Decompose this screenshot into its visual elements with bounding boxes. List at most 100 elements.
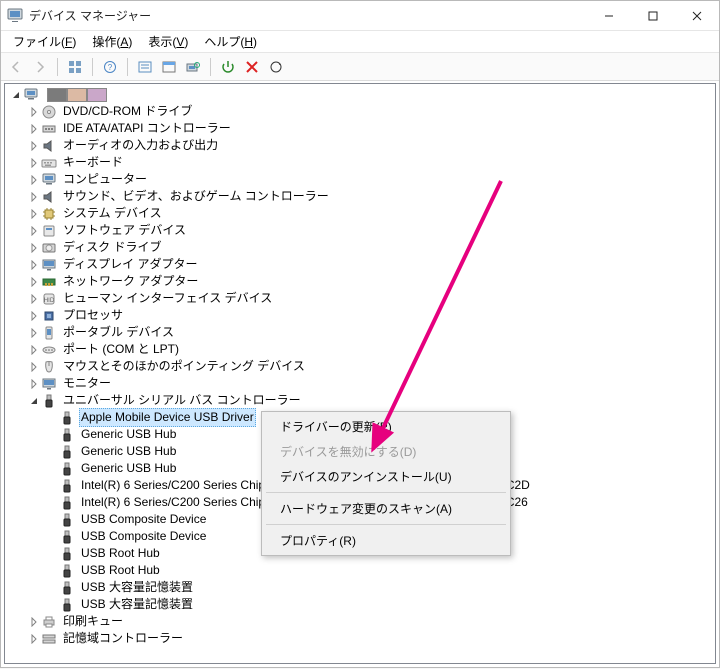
- expander-closed-icon[interactable]: [27, 190, 41, 204]
- expander-closed-icon[interactable]: [27, 615, 41, 629]
- node-label: ポート (COM と LPT): [61, 341, 181, 358]
- usb-icon: [59, 563, 75, 579]
- expander-closed-icon[interactable]: [27, 105, 41, 119]
- category-node[interactable]: 記憶域コントローラー: [5, 630, 715, 647]
- node-label: ヒューマン インターフェイス デバイス: [61, 290, 274, 307]
- menu-f[interactable]: ファイル(F): [5, 30, 84, 53]
- expander-closed-icon[interactable]: [27, 139, 41, 153]
- expander-closed-icon[interactable]: [27, 360, 41, 374]
- net-icon: [41, 274, 57, 290]
- node-label: USB 大容量記憶装置: [79, 579, 195, 596]
- category-node[interactable]: プロセッサ: [5, 307, 715, 324]
- pc-icon: [41, 172, 57, 188]
- usb-icon: [59, 597, 75, 613]
- titlebar: デバイス マネージャー: [1, 1, 719, 31]
- maximize-icon: [648, 11, 658, 21]
- toolbar-separator: [57, 58, 58, 76]
- root-node[interactable]: [5, 86, 715, 103]
- maximize-button[interactable]: [631, 1, 675, 30]
- expander-closed-icon[interactable]: [27, 343, 41, 357]
- category-node[interactable]: システム デバイス: [5, 205, 715, 222]
- port-icon: [41, 342, 57, 358]
- expander-closed-icon[interactable]: [27, 258, 41, 272]
- category-node[interactable]: 印刷キュー: [5, 613, 715, 630]
- category-node[interactable]: キーボード: [5, 154, 715, 171]
- hid-icon: HID: [41, 291, 57, 307]
- forward-button[interactable]: [29, 56, 51, 78]
- details-button[interactable]: [134, 56, 156, 78]
- context-menu-item[interactable]: デバイスのアンインストール(U): [264, 464, 508, 489]
- uninstall-button[interactable]: [241, 56, 263, 78]
- node-label: 記憶域コントローラー: [61, 630, 185, 647]
- node-label: 印刷キュー: [61, 613, 125, 630]
- category-node[interactable]: オーディオの入力および出力: [5, 137, 715, 154]
- minimize-icon: [604, 11, 614, 21]
- enable-icon: [221, 60, 235, 74]
- context-menu-item[interactable]: ドライバーの更新(P): [264, 414, 508, 439]
- usb-device[interactable]: USB 大容量記憶装置: [5, 579, 715, 596]
- uninstall-icon: [245, 60, 259, 74]
- expander-closed-icon[interactable]: [27, 292, 41, 306]
- menu-a[interactable]: 操作(A): [84, 30, 140, 53]
- usb-icon: [59, 427, 75, 443]
- expander-closed-icon[interactable]: [27, 241, 41, 255]
- category-node[interactable]: ソフトウェア デバイス: [5, 222, 715, 239]
- node-label: Generic USB Hub: [79, 460, 178, 477]
- expander-closed-icon[interactable]: [27, 173, 41, 187]
- expander-closed-icon[interactable]: [27, 122, 41, 136]
- expander-closed-icon[interactable]: [27, 275, 41, 289]
- expander-closed-icon[interactable]: [27, 207, 41, 221]
- node-label: ディスク ドライブ: [61, 239, 164, 256]
- expander-closed-icon[interactable]: [27, 156, 41, 170]
- minimize-button[interactable]: [587, 1, 631, 30]
- context-menu-item[interactable]: ハードウェア変更のスキャン(A): [264, 496, 508, 521]
- device-tree-pane[interactable]: DVD/CD-ROM ドライブIDE ATA/ATAPI コントローラーオーディ…: [4, 83, 716, 664]
- expander-closed-icon[interactable]: [27, 377, 41, 391]
- category-node[interactable]: ディスク ドライブ: [5, 239, 715, 256]
- category-node[interactable]: ポータブル デバイス: [5, 324, 715, 341]
- usb-icon: [59, 444, 75, 460]
- category-node[interactable]: モニター: [5, 375, 715, 392]
- category-node[interactable]: ネットワーク アダプター: [5, 273, 715, 290]
- expander-closed-icon[interactable]: [27, 326, 41, 340]
- mouse-icon: [41, 359, 57, 375]
- expander-closed-icon[interactable]: [27, 632, 41, 646]
- usb-icon: [59, 495, 75, 511]
- node-label: USB Root Hub: [79, 562, 162, 579]
- usb-device[interactable]: USB 大容量記憶装置: [5, 596, 715, 613]
- expander-open-icon[interactable]: [9, 88, 23, 102]
- category-node[interactable]: マウスとそのほかのポインティング デバイス: [5, 358, 715, 375]
- computer-icon: [23, 87, 39, 103]
- back-button[interactable]: [5, 56, 27, 78]
- help-button[interactable]: ?: [99, 56, 121, 78]
- refresh-button[interactable]: [265, 56, 287, 78]
- expander-closed-icon[interactable]: [27, 309, 41, 323]
- category-node[interactable]: DVD/CD-ROM ドライブ: [5, 103, 715, 120]
- details-icon: [138, 60, 152, 74]
- menu-v[interactable]: 表示(V): [140, 30, 196, 53]
- properties-button[interactable]: [158, 56, 180, 78]
- view-options-button[interactable]: [64, 56, 86, 78]
- category-node[interactable]: IDE ATA/ATAPI コントローラー: [5, 120, 715, 137]
- category-node[interactable]: ポート (COM と LPT): [5, 341, 715, 358]
- node-label: Apple Mobile Device USB Driver: [79, 408, 256, 427]
- expander-open-icon[interactable]: [27, 394, 41, 408]
- svg-text:?: ?: [108, 63, 113, 72]
- dvd-icon: [41, 104, 57, 120]
- usb-controllers-category[interactable]: ユニバーサル シリアル バス コントローラー: [5, 392, 715, 409]
- context-menu-separator: [266, 492, 506, 493]
- category-node[interactable]: コンピューター: [5, 171, 715, 188]
- category-node[interactable]: ディスプレイ アダプター: [5, 256, 715, 273]
- storage-icon: [41, 631, 57, 647]
- category-node[interactable]: サウンド、ビデオ、およびゲーム コントローラー: [5, 188, 715, 205]
- enable-button[interactable]: [217, 56, 239, 78]
- expander-closed-icon[interactable]: [27, 224, 41, 238]
- close-button[interactable]: [675, 1, 719, 30]
- monitor-icon: [41, 376, 57, 392]
- category-node[interactable]: HIDヒューマン インターフェイス デバイス: [5, 290, 715, 307]
- menu-h[interactable]: ヘルプ(H): [196, 30, 265, 53]
- context-menu-item[interactable]: プロパティ(R): [264, 528, 508, 553]
- window-title: デバイス マネージャー: [29, 7, 587, 24]
- scan-hardware-button[interactable]: [182, 56, 204, 78]
- usb-device[interactable]: USB Root Hub: [5, 562, 715, 579]
